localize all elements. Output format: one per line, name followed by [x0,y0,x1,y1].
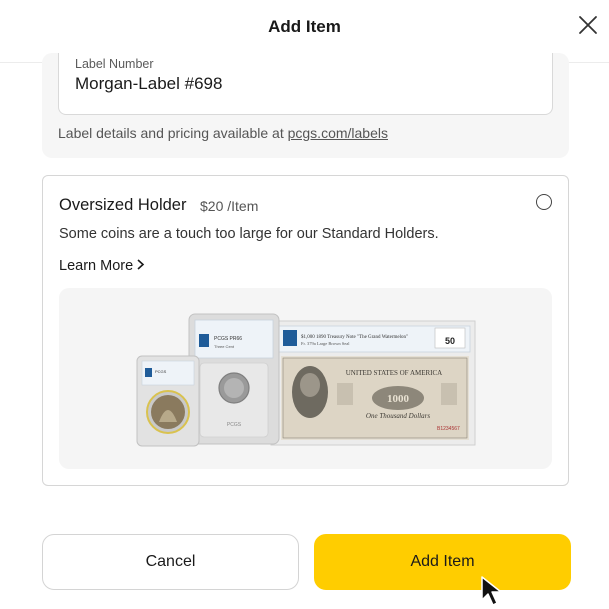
large-holder-label: PCGS PR66 [214,336,242,342]
banknote-holder: $1,000 1890 Treasury Note "The Grand Wat… [270,320,476,446]
svg-text:B1234567: B1234567 [437,426,460,432]
banknote-denomination: 1000 [387,393,410,405]
label-number-input[interactable]: Morgan-Label #698 [75,74,222,94]
option-title: Oversized Holder [59,196,187,214]
banknote-grade: 50 [445,336,455,346]
banknote-text: One Thousand Dollars [366,412,430,420]
label-note: Label details and pricing available at p… [58,125,388,141]
svg-text:Three Cent: Three Cent [214,344,235,349]
add-item-button[interactable]: Add Item [314,534,571,590]
learn-more-link[interactable]: Learn More [59,258,145,274]
oversized-holder-option[interactable]: Oversized Holder $20 /Item Some coins ar… [42,175,569,486]
cancel-button[interactable]: Cancel [42,534,299,590]
label-number-label: Label Number [75,57,154,71]
option-price: $20 /Item [200,198,259,214]
pcgs-labels-link[interactable]: pcgs.com/labels [288,125,388,141]
oversized-holder-image: $1,000 1890 Treasury Note "The Grand Wat… [59,288,552,469]
modal-content: Label Number Morgan-Label #698 Label det… [0,53,609,609]
option-description: Some coins are a touch too large for our… [59,226,439,242]
svg-text:Fr. 379a Large Brown Seal: Fr. 379a Large Brown Seal [301,341,350,346]
learn-more-label: Learn More [59,258,134,274]
small-holder-label: PCGS [155,369,167,374]
svg-text:PCGS: PCGS [227,422,242,428]
option-radio-button[interactable] [536,194,552,210]
label-number-field[interactable]: Label Number Morgan-Label #698 [58,53,553,115]
label-note-text: Label details and pricing available at [58,125,288,141]
modal-title: Add Item [268,17,341,36]
chevron-right-icon [136,258,145,274]
svg-text:$1,000 1890 Treasury Note "The: $1,000 1890 Treasury Note "The Grand Wat… [301,335,408,340]
modal-footer: Cancel Add Item [0,531,609,609]
small-coin-holder: PCGS [136,355,200,447]
label-section: Label Number Morgan-Label #698 Label det… [42,53,569,158]
large-coin-holder: PCGS PR66 Three Cent PCGS [188,313,280,445]
banknote-header: UNITED STATES OF AMERICA [346,369,442,377]
add-item-modal: Add Item Label Number Morgan-Label #698 … [0,0,609,609]
close-icon[interactable] [577,14,599,36]
